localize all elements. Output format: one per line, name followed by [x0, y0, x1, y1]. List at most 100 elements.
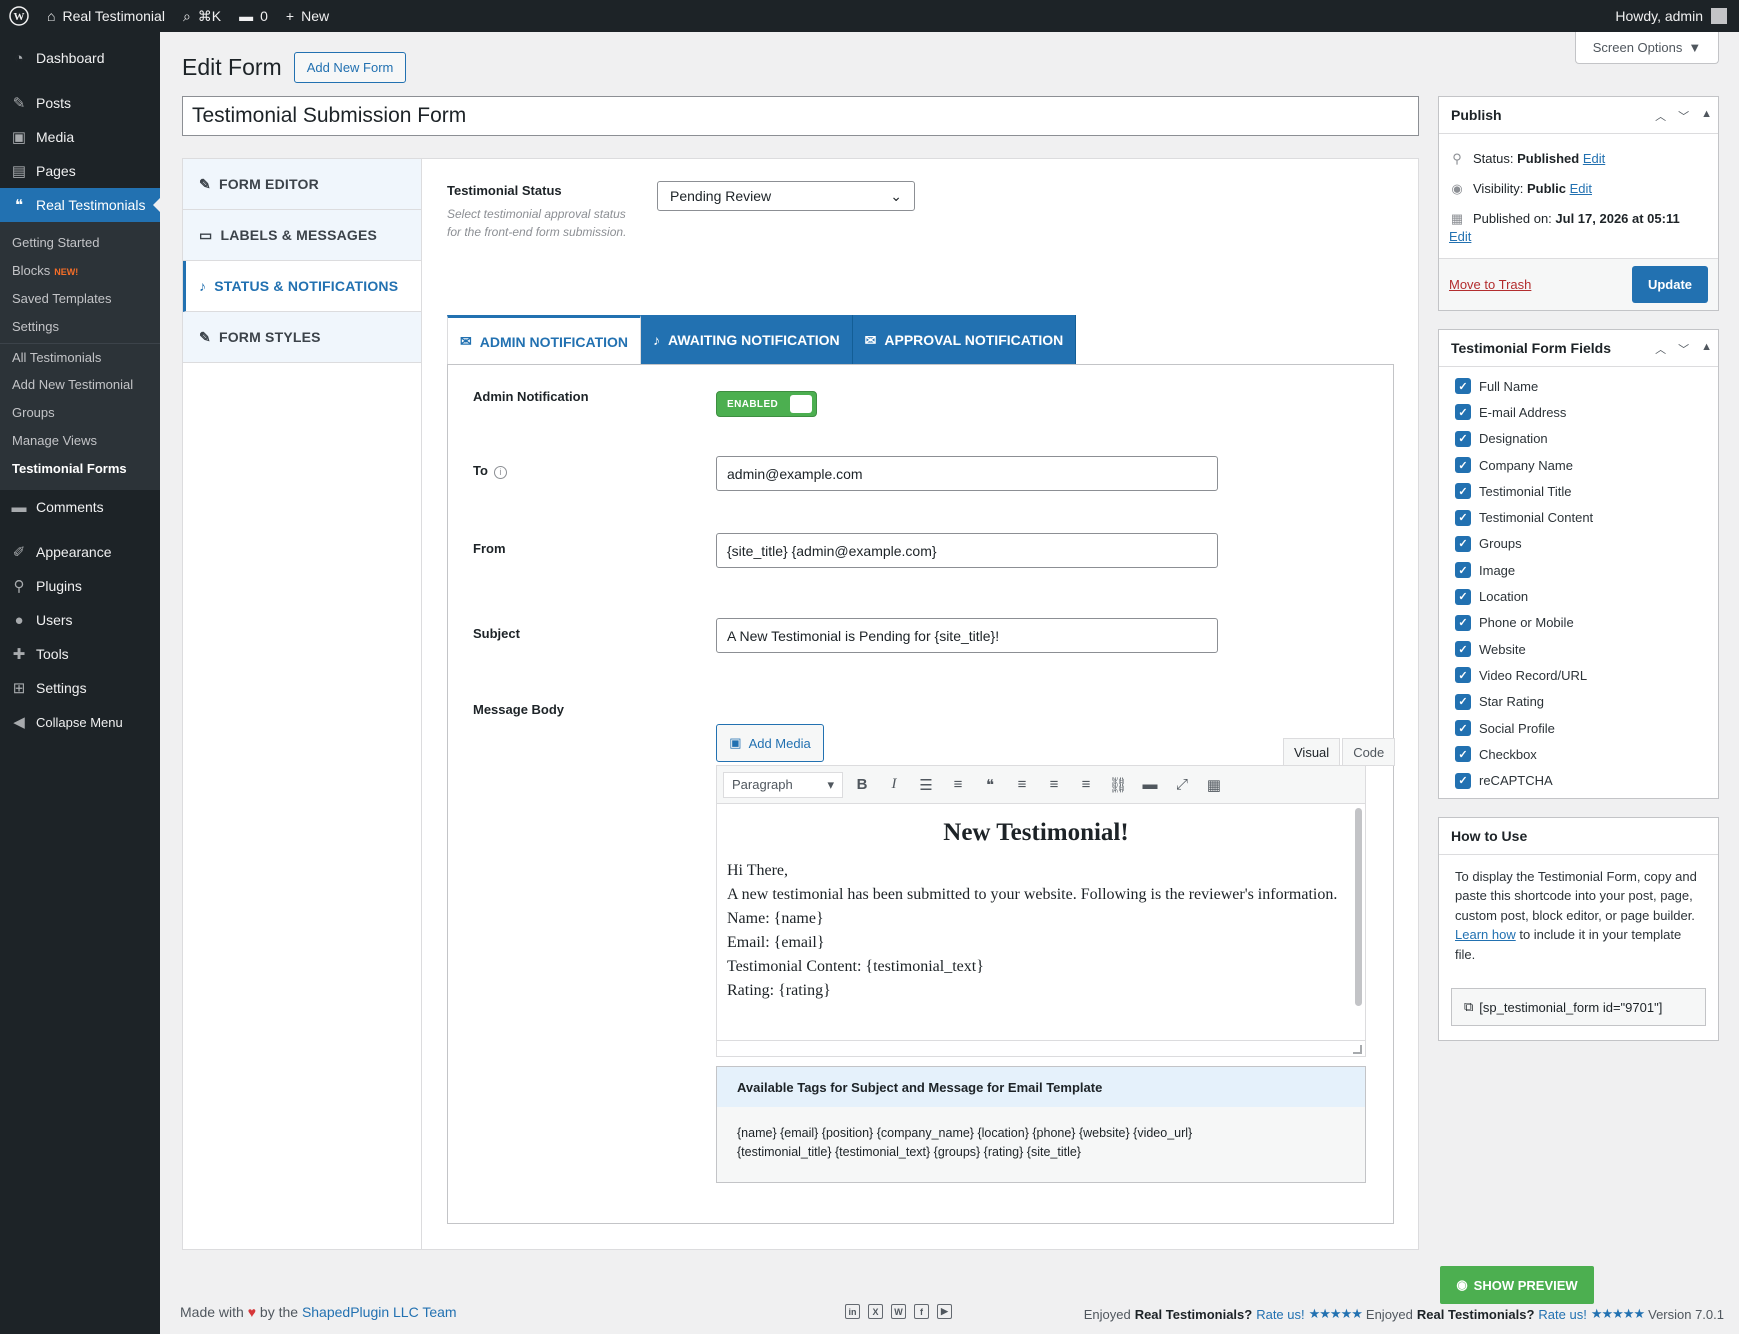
field-checkbox-row[interactable]: ✓ Designation [1439, 426, 1718, 452]
comments-link[interactable]: ▬ 0 [230, 0, 277, 32]
learn-how-link[interactable]: Learn how [1455, 927, 1516, 942]
form-title-input[interactable]: Testimonial Submission Form [182, 96, 1419, 136]
menu-collapse[interactable]: ◀ Collapse Menu [0, 705, 160, 739]
menu-settings[interactable]: ⊞ Settings [0, 671, 160, 705]
checkbox-checked-icon[interactable]: ✓ [1455, 457, 1471, 474]
field-checkbox-row[interactable]: ✓ Video Record/URL [1439, 662, 1718, 688]
checkbox-checked-icon[interactable]: ✓ [1455, 509, 1471, 526]
x-icon[interactable]: X [868, 1304, 883, 1319]
facebook-icon[interactable]: f [914, 1304, 929, 1319]
bullet-list-icon[interactable]: ☰ [913, 772, 939, 798]
menu-plugins[interactable]: ⚲ Plugins [0, 569, 160, 603]
fullscreen-icon[interactable]: ⤢ [1169, 772, 1195, 798]
read-more-icon[interactable]: ▬ [1137, 772, 1163, 798]
bold-icon[interactable]: B [849, 772, 875, 798]
to-input[interactable]: admin@example.com [716, 456, 1218, 491]
submenu-all-testimonials[interactable]: All Testimonials [0, 343, 160, 371]
toolbar-toggle-icon[interactable]: ▦ [1201, 772, 1227, 798]
shapedplugin-link[interactable]: ShapedPlugin LLC Team [302, 1304, 457, 1320]
from-input[interactable]: {site_title} {admin@example.com} [716, 533, 1218, 568]
submenu-add-new-testimonial[interactable]: Add New Testimonial [0, 371, 160, 399]
update-button[interactable]: Update [1631, 266, 1708, 303]
italic-icon[interactable]: I [881, 772, 907, 798]
chevron-down-icon[interactable]: ﹀ [1678, 341, 1689, 357]
checkbox-checked-icon[interactable]: ✓ [1455, 641, 1471, 658]
tab-awaiting-notification[interactable]: ♪ AWAITING NOTIFICATION [641, 315, 853, 365]
align-center-icon[interactable]: ≡ [1041, 772, 1067, 798]
menu-users[interactable]: ● Users [0, 603, 160, 637]
status-select[interactable]: Pending Review ⌄ [657, 181, 915, 211]
new-content-link[interactable]: + New [277, 0, 338, 32]
tab-status-notifications[interactable]: ♪ STATUS & NOTIFICATIONS [183, 261, 421, 312]
chevron-down-icon[interactable]: ﹀ [1678, 108, 1689, 124]
checkbox-checked-icon[interactable]: ✓ [1455, 746, 1471, 763]
field-checkbox-row[interactable]: ✓ Image [1439, 557, 1718, 583]
link-icon[interactable]: ⛓ [1105, 772, 1131, 798]
field-checkbox-row[interactable]: ✓ Website [1439, 636, 1718, 662]
edit-status-link[interactable]: Edit [1583, 151, 1605, 166]
checkbox-checked-icon[interactable]: ✓ [1455, 588, 1471, 605]
site-name-link[interactable]: ⌂ Real Testimonial [38, 0, 174, 32]
menu-appearance[interactable]: ✐ Appearance [0, 535, 160, 569]
checkbox-checked-icon[interactable]: ✓ [1455, 430, 1471, 447]
submenu-settings[interactable]: Settings [0, 313, 160, 341]
field-checkbox-row[interactable]: ✓ Social Profile [1439, 715, 1718, 741]
menu-dashboard[interactable]: ◔ Dashboard [0, 41, 160, 75]
tab-code[interactable]: Code [1342, 738, 1396, 766]
submenu-getting-started[interactable]: Getting Started [0, 229, 160, 257]
submenu-groups[interactable]: Groups [0, 399, 160, 427]
wordpress-icon[interactable]: W [891, 1304, 906, 1319]
field-checkbox-row[interactable]: ✓ Full Name [1439, 373, 1718, 399]
checkbox-checked-icon[interactable]: ✓ [1455, 614, 1471, 631]
field-checkbox-row[interactable]: ✓ Testimonial Title [1439, 478, 1718, 504]
tab-admin-notification[interactable]: ✉ ADMIN NOTIFICATION [447, 315, 642, 365]
field-checkbox-row[interactable]: ✓ Company Name [1439, 452, 1718, 478]
tab-visual[interactable]: Visual [1283, 738, 1341, 766]
toggle-panel-icon[interactable]: ▲ [1701, 341, 1712, 357]
edit-visibility-link[interactable]: Edit [1570, 181, 1592, 196]
checkbox-checked-icon[interactable]: ✓ [1455, 535, 1471, 552]
tab-labels-messages[interactable]: ▭ LABELS & MESSAGES [183, 210, 421, 261]
blockquote-icon[interactable]: ❝ [977, 772, 1003, 798]
checkbox-checked-icon[interactable]: ✓ [1455, 483, 1471, 500]
youtube-icon[interactable]: ▶ [937, 1304, 952, 1319]
add-media-button[interactable]: ▣ Add Media [716, 724, 824, 762]
field-checkbox-row[interactable]: ✓ Checkbox [1439, 741, 1718, 767]
tab-form-styles[interactable]: ✎ FORM STYLES [183, 312, 421, 363]
checkbox-checked-icon[interactable]: ✓ [1455, 378, 1471, 395]
editor-content[interactable]: New Testimonial! Hi There, A new testimo… [717, 805, 1355, 1040]
resize-handle-icon[interactable] [1353, 1045, 1362, 1054]
field-checkbox-row[interactable]: ✓ reCAPTCHA [1439, 767, 1718, 793]
checkbox-checked-icon[interactable]: ✓ [1455, 772, 1471, 789]
checkbox-checked-icon[interactable]: ✓ [1455, 562, 1471, 579]
subject-input[interactable]: A New Testimonial is Pending for {site_t… [716, 618, 1218, 653]
move-to-trash-link[interactable]: Move to Trash [1449, 277, 1531, 292]
field-checkbox-row[interactable]: ✓ Star Rating [1439, 689, 1718, 715]
field-checkbox-row[interactable]: ✓ Groups [1439, 531, 1718, 557]
add-new-form-button[interactable]: Add New Form [293, 52, 407, 83]
admin-notification-toggle[interactable]: ENABLED [716, 391, 817, 417]
checkbox-checked-icon[interactable]: ✓ [1455, 404, 1471, 421]
align-left-icon[interactable]: ≡ [1009, 772, 1035, 798]
editor-scrollbar[interactable] [1355, 808, 1362, 1006]
submenu-saved-templates[interactable]: Saved Templates [0, 285, 160, 313]
tab-form-editor[interactable]: ✎ FORM EDITOR [183, 159, 421, 210]
shortcode-copy-box[interactable]: ⧉ [sp_testimonial_form id="9701"] [1451, 988, 1706, 1027]
submenu-blocks[interactable]: Blocks NEW! [0, 257, 160, 285]
command-search[interactable]: ⌕ ⌘K [174, 0, 230, 32]
field-checkbox-row[interactable]: ✓ Phone or Mobile [1439, 610, 1718, 636]
linkedin-icon[interactable]: in [845, 1304, 860, 1319]
checkbox-checked-icon[interactable]: ✓ [1455, 720, 1471, 736]
submenu-manage-views[interactable]: Manage Views [0, 427, 160, 455]
menu-tools[interactable]: ✚ Tools [0, 637, 160, 671]
screen-options-button[interactable]: Screen Options ▼ [1575, 32, 1719, 64]
format-select[interactable]: Paragraph ▾ [723, 771, 843, 798]
wp-logo-icon[interactable]: W [0, 0, 38, 32]
menu-comments[interactable]: ▬ Comments [0, 490, 160, 524]
rate-us-link[interactable]: Rate us! [1538, 1307, 1586, 1322]
menu-media[interactable]: ▣ Media [0, 120, 160, 154]
user-account-menu[interactable]: Howdy, admin [1615, 8, 1739, 24]
field-checkbox-row[interactable]: ✓ E-mail Address [1439, 399, 1718, 425]
show-preview-button[interactable]: ◉ SHOW PREVIEW [1440, 1266, 1594, 1304]
tab-approval-notification[interactable]: ✉ APPROVAL NOTIFICATION [852, 315, 1077, 365]
